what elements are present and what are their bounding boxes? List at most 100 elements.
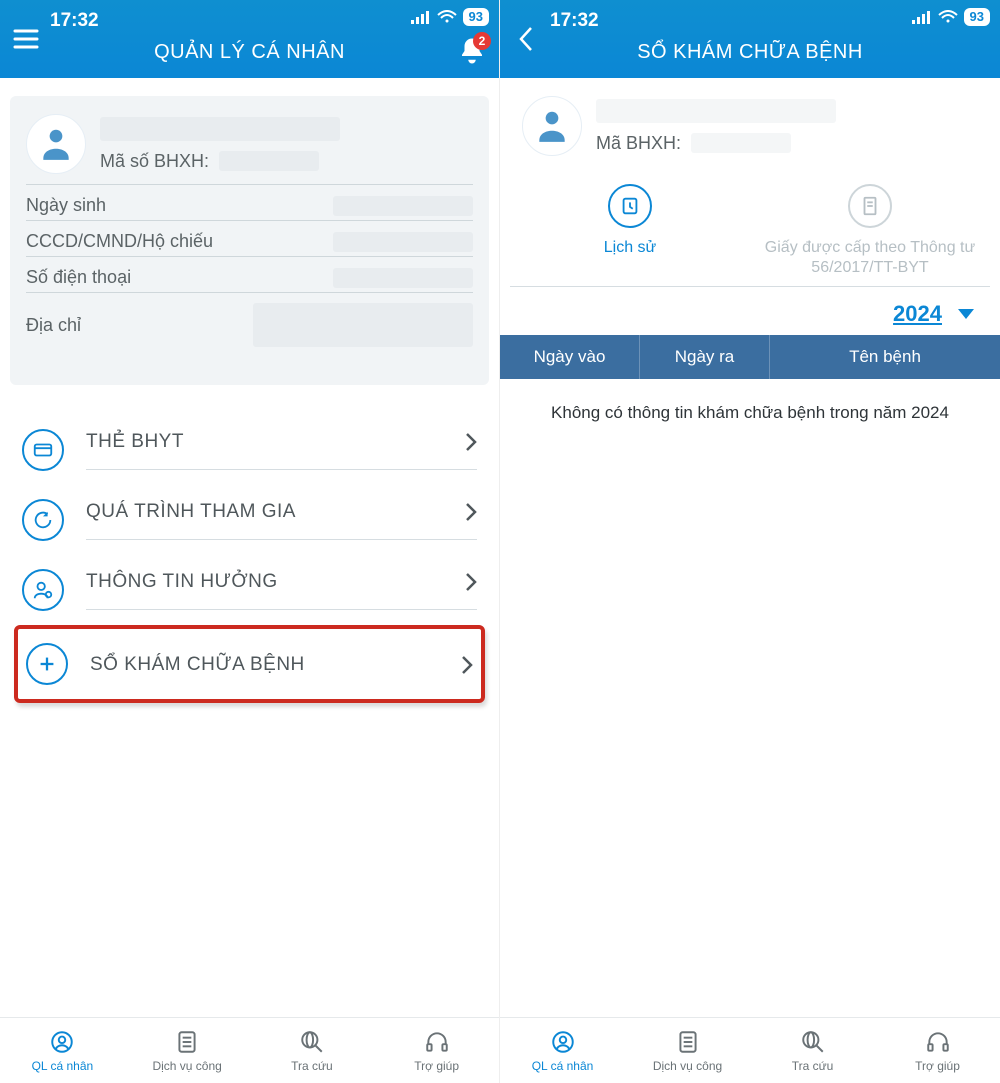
app-header-left: 17:32 93 QUẢN LÝ CÁ NHÂN 2 xyxy=(0,0,499,78)
profile-name-redacted xyxy=(596,99,836,123)
headset-icon xyxy=(424,1029,450,1055)
profile-name-redacted xyxy=(100,117,340,141)
address-value-redacted xyxy=(253,303,473,347)
nav-label: Trợ giúp xyxy=(414,1059,459,1073)
id-value-redacted xyxy=(333,232,473,252)
empty-message: Không có thông tin khám chữa bệnh trong … xyxy=(500,403,1000,423)
nav-lookup[interactable]: Tra cứu xyxy=(250,1018,375,1083)
avatar xyxy=(522,96,582,156)
nav-public-service[interactable]: Dịch vụ công xyxy=(125,1018,250,1083)
menu-icon[interactable] xyxy=(12,25,40,53)
document-icon xyxy=(675,1029,701,1055)
status-icons: 93 xyxy=(411,8,489,26)
card-icon xyxy=(22,429,64,471)
nav-label: Trợ giúp xyxy=(915,1059,960,1073)
nav-label: Tra cứu xyxy=(792,1059,834,1073)
notifications-button[interactable]: 2 xyxy=(457,36,487,71)
nav-personal[interactable]: QL cá nhân xyxy=(500,1018,625,1083)
app-header-right: 17:32 93 SỔ KHÁM CHỮA BỆNH xyxy=(500,0,1000,78)
bhxh-value-redacted xyxy=(691,133,791,153)
status-time: 17:32 xyxy=(50,10,99,32)
bhxh-label: Mã BHXH: xyxy=(596,133,681,154)
year-selector[interactable]: 2024 xyxy=(500,301,974,327)
tab-history[interactable]: Lịch sử xyxy=(510,184,750,278)
person-info-icon xyxy=(22,569,64,611)
nav-help[interactable]: Trợ giúp xyxy=(875,1018,1000,1083)
gear-person-icon xyxy=(49,1029,75,1055)
bottom-nav-left: QL cá nhân Dịch vụ công Tra cứu Trợ giúp xyxy=(0,1017,499,1083)
tab-label: Lịch sử xyxy=(604,238,657,258)
page-title-right: SỔ KHÁM CHỮA BỆNH xyxy=(637,41,863,64)
bhxh-value-redacted xyxy=(219,151,319,171)
page-title-left: QUẢN LÝ CÁ NHÂN xyxy=(154,41,345,64)
chevron-right-icon xyxy=(465,572,477,592)
screen-medical-record: 17:32 93 SỔ KHÁM CHỮA BỆNH Mã BHXH: xyxy=(500,0,1000,1083)
th-date-in: Ngày vào xyxy=(500,335,640,379)
battery-level: 93 xyxy=(463,8,489,26)
profile-summary: Mã BHXH: xyxy=(506,88,994,164)
th-disease: Tên bệnh xyxy=(770,335,1000,379)
tab-certificate[interactable]: Giấy được cấp theo Thông tư 56/2017/TT-B… xyxy=(750,184,990,278)
bottom-nav-right: QL cá nhân Dịch vụ công Tra cứu Trợ giúp xyxy=(500,1017,1000,1083)
nav-help[interactable]: Trợ giúp xyxy=(374,1018,499,1083)
year-value: 2024 xyxy=(893,301,942,327)
signal-icon xyxy=(411,10,431,24)
status-time: 17:32 xyxy=(550,10,599,32)
tab-label: Giấy được cấp theo Thông tư 56/2017/TT-B… xyxy=(750,238,990,278)
bhxh-label: Mã số BHXH: xyxy=(100,151,209,172)
phone-value-redacted xyxy=(333,268,473,288)
table-header: Ngày vào Ngày ra Tên bệnh xyxy=(500,335,1000,379)
battery-level: 93 xyxy=(964,8,990,26)
nav-label: Dịch vụ công xyxy=(152,1059,221,1073)
screen-personal-management: 17:32 93 QUẢN LÝ CÁ NHÂN 2 Mã số BHXH: xyxy=(0,0,500,1083)
nav-lookup[interactable]: Tra cứu xyxy=(750,1018,875,1083)
chevron-right-icon xyxy=(465,502,477,522)
row-dob: Ngày sinh xyxy=(26,185,473,221)
nav-label: Tra cứu xyxy=(291,1059,333,1073)
address-label: Địa chỉ xyxy=(26,315,81,336)
avatar xyxy=(26,114,86,174)
document-icon xyxy=(174,1029,200,1055)
dob-value-redacted xyxy=(333,196,473,216)
menu-list: THẺ BHYT QUÁ TRÌNH THAM GIA THÔNG TIN HƯ… xyxy=(14,415,485,703)
menu-medical-record[interactable]: SỔ KHÁM CHỮA BỆNH xyxy=(14,625,485,703)
profile-card: Mã số BHXH: Ngày sinh CCCD/CMND/Hộ chiếu… xyxy=(10,96,489,385)
nav-label: Dịch vụ công xyxy=(653,1059,722,1073)
signal-icon xyxy=(912,10,932,24)
headset-icon xyxy=(925,1029,951,1055)
chevron-right-icon xyxy=(461,655,473,675)
menu-benefit-info[interactable]: THÔNG TIN HƯỞNG xyxy=(14,555,485,625)
back-button[interactable] xyxy=(512,25,540,53)
history-icon xyxy=(608,184,652,228)
wifi-icon xyxy=(938,10,958,24)
menu-label: QUÁ TRÌNH THAM GIA xyxy=(86,501,296,523)
menu-bhyt-card[interactable]: THẺ BHYT xyxy=(14,415,485,485)
status-icons: 93 xyxy=(912,8,990,26)
th-date-out: Ngày ra xyxy=(640,335,770,379)
menu-label: THÔNG TIN HƯỞNG xyxy=(86,571,278,593)
chevron-right-icon xyxy=(465,432,477,452)
row-phone: Số điện thoại xyxy=(26,257,473,293)
nav-personal[interactable]: QL cá nhân xyxy=(0,1018,125,1083)
nav-label: QL cá nhân xyxy=(32,1059,94,1073)
refresh-icon xyxy=(22,499,64,541)
row-id: CCCD/CMND/Hộ chiếu xyxy=(26,221,473,257)
phone-label: Số điện thoại xyxy=(26,267,131,288)
notification-badge: 2 xyxy=(473,32,491,50)
caret-down-icon xyxy=(958,309,974,319)
nav-label: QL cá nhân xyxy=(532,1059,594,1073)
tabs: Lịch sử Giấy được cấp theo Thông tư 56/2… xyxy=(510,184,990,287)
globe-search-icon xyxy=(800,1029,826,1055)
menu-label: SỔ KHÁM CHỮA BỆNH xyxy=(90,654,305,676)
id-label: CCCD/CMND/Hộ chiếu xyxy=(26,231,213,252)
dob-label: Ngày sinh xyxy=(26,195,106,216)
certificate-icon xyxy=(848,184,892,228)
nav-public-service[interactable]: Dịch vụ công xyxy=(625,1018,750,1083)
menu-participation-process[interactable]: QUÁ TRÌNH THAM GIA xyxy=(14,485,485,555)
globe-search-icon xyxy=(299,1029,325,1055)
wifi-icon xyxy=(437,10,457,24)
plus-icon xyxy=(26,643,68,685)
menu-label: THẺ BHYT xyxy=(86,431,184,453)
row-address: Địa chỉ xyxy=(26,293,473,351)
gear-person-icon xyxy=(550,1029,576,1055)
